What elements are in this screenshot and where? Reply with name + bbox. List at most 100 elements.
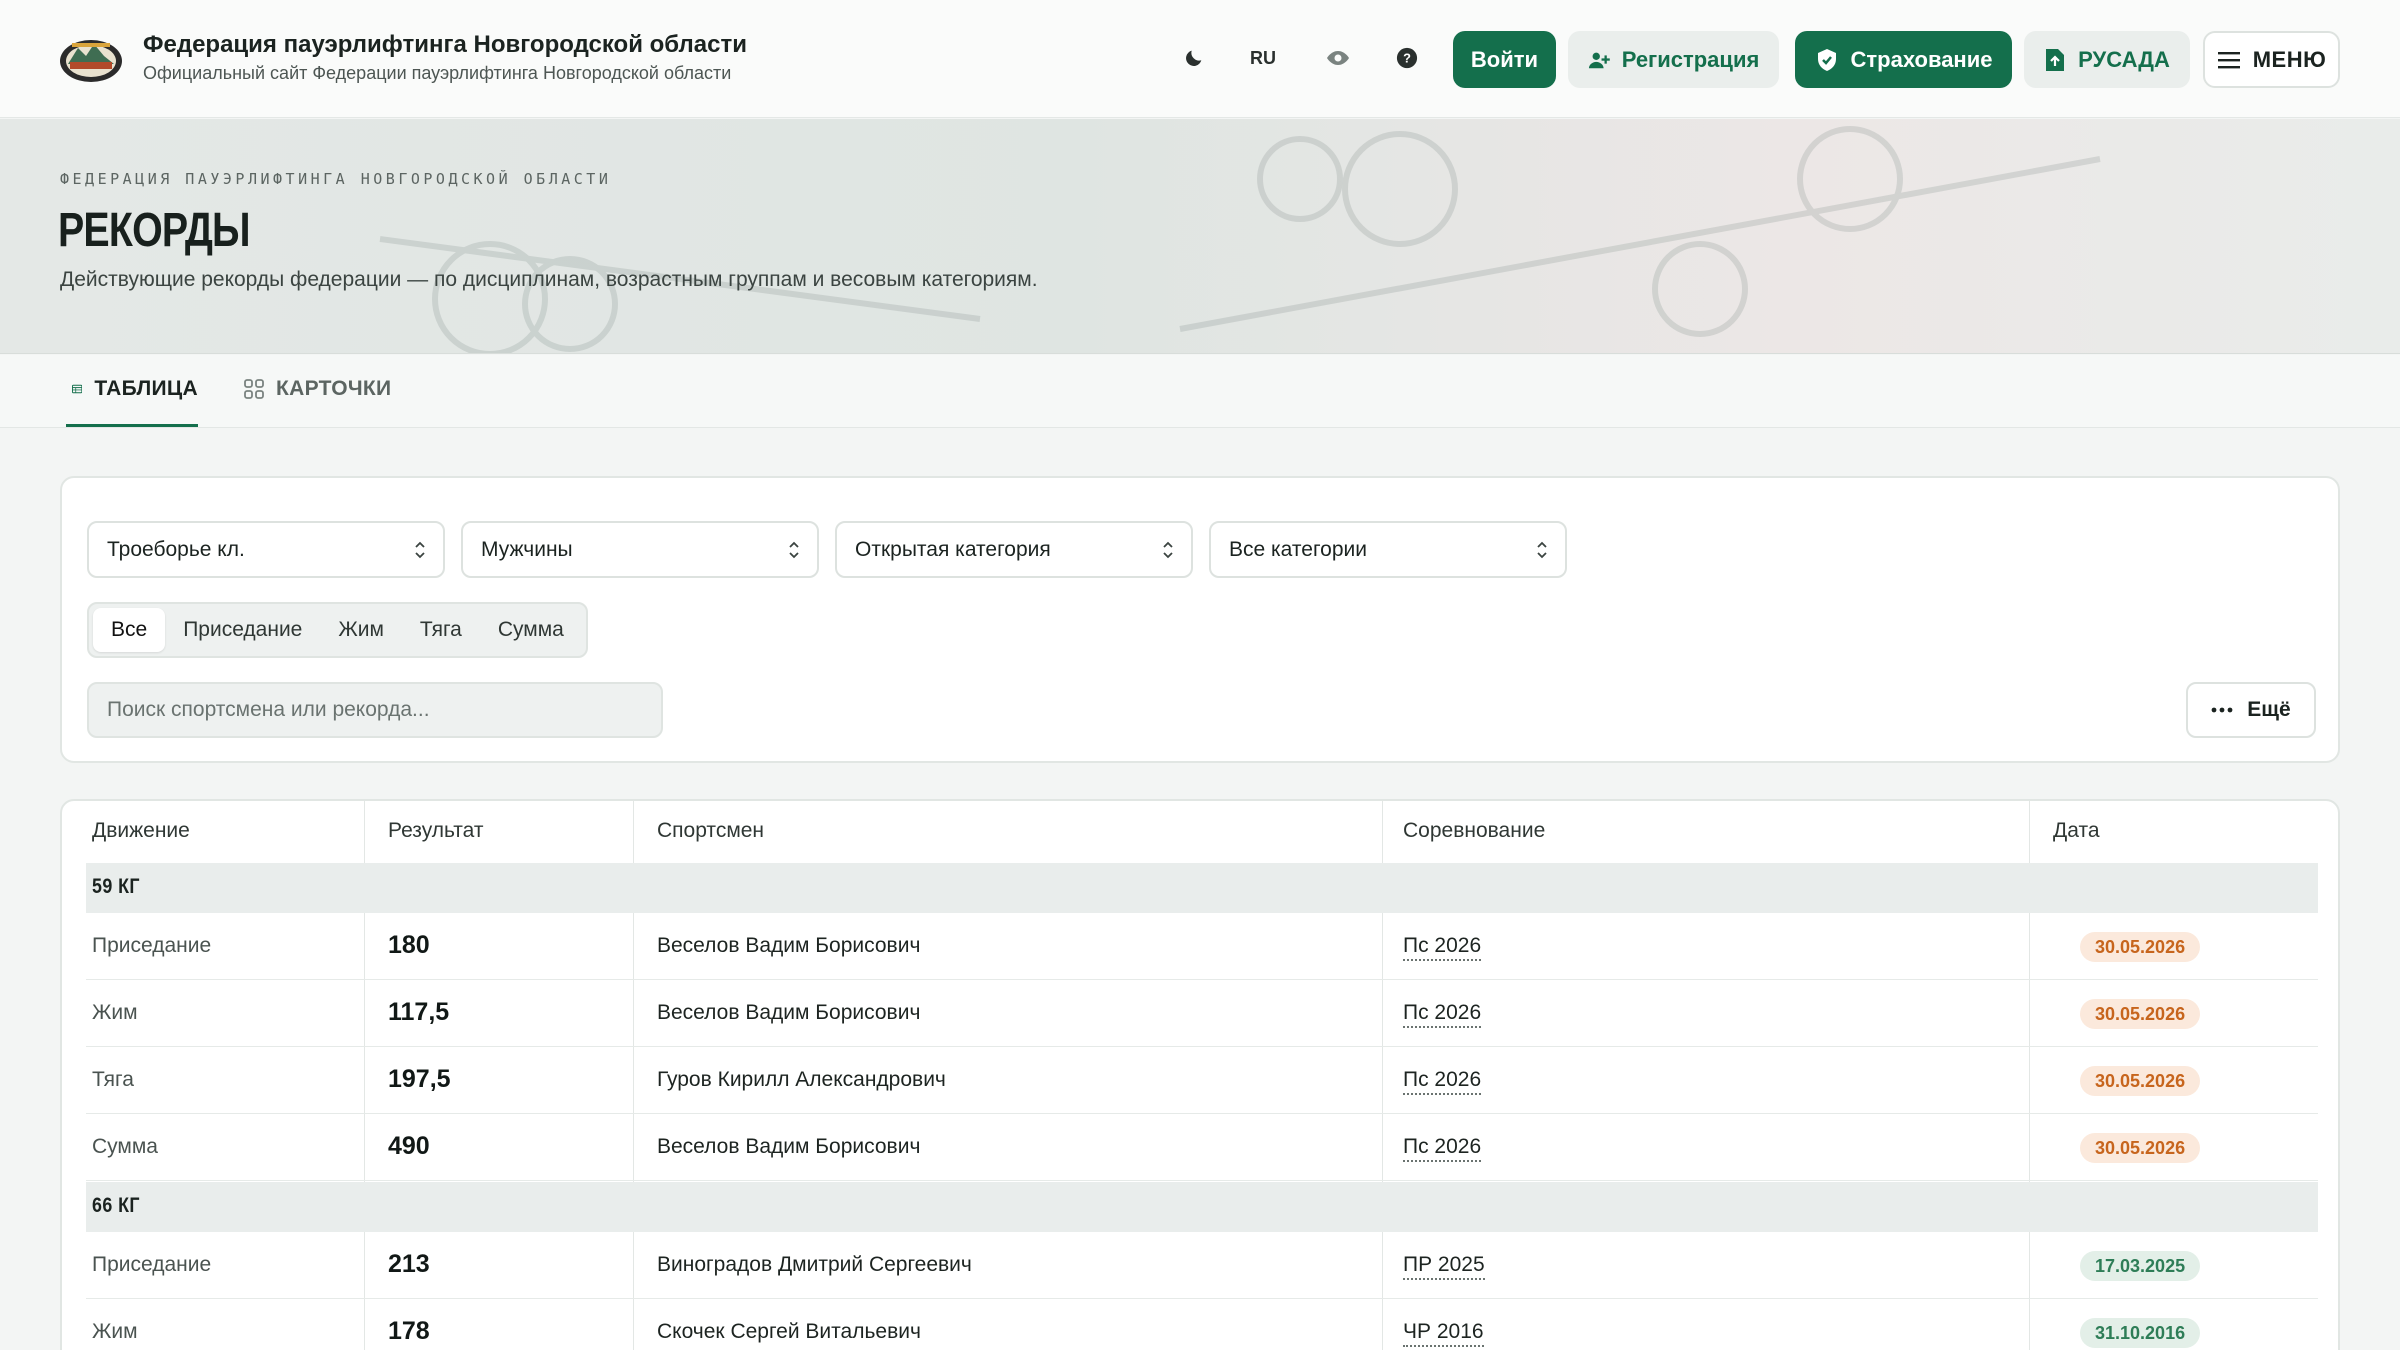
- date-badge: 31.10.2016: [2080, 1318, 2201, 1348]
- result-cell: 117,5: [388, 998, 450, 1026]
- table-row[interactable]: Тяга 197,5 Гуров Кирилл Александрович Пс…: [86, 1047, 2318, 1114]
- page-description: Действующие рекорды федерации — по дисци…: [60, 268, 1038, 291]
- table-row[interactable]: Жим 117,5 Веселов Вадим Борисович Пс 202…: [86, 980, 2318, 1047]
- site-title[interactable]: Федерация пауэрлифтинга Новгородской обл…: [143, 31, 747, 59]
- athlete-cell: Скочек Сергей Витальевич: [657, 1320, 921, 1343]
- competition-link[interactable]: Пс 2026: [1403, 934, 1482, 961]
- date-badge: 30.05.2026: [2080, 1133, 2201, 1163]
- result-cell: 180: [388, 931, 430, 959]
- more-label: Ещё: [2247, 698, 2291, 721]
- header-result[interactable]: Результат: [388, 819, 484, 843]
- language-switch[interactable]: RU: [1250, 48, 1276, 69]
- date-badge: 30.05.2026: [2080, 1066, 2201, 1096]
- athlete-cell: Гуров Кирилл Александрович: [657, 1068, 946, 1091]
- weight-group-header: 59 КГ: [86, 863, 2318, 913]
- insurance-button[interactable]: Страхование: [1795, 31, 2012, 88]
- table-row[interactable]: Приседание 180 Веселов Вадим Борисович П…: [86, 913, 2318, 980]
- weight-group-label: 66 КГ: [92, 1194, 140, 1217]
- movement-cell: Тяга: [92, 1068, 134, 1091]
- competition-link[interactable]: Пс 2026: [1403, 1001, 1482, 1028]
- athlete-cell: Веселов Вадим Борисович: [657, 1135, 921, 1158]
- more-button[interactable]: Ещё: [2186, 682, 2316, 738]
- table-header: Движение Результат Спортсмен Соревновани…: [62, 801, 2338, 863]
- breadcrumb: ФЕДЕРАЦИЯ ПАУЭРЛИФТИНГА НОВГОРОДСКОЙ ОБЛ…: [60, 170, 612, 188]
- movement-segmented-control: Все Приседание Жим Тяга Сумма: [87, 602, 588, 658]
- login-label: Войти: [1470, 46, 1539, 72]
- federation-logo[interactable]: [58, 34, 124, 84]
- age-value: Открытая категория: [855, 537, 1051, 561]
- header-competition[interactable]: Соревнование: [1403, 819, 1545, 843]
- segment-squat[interactable]: Приседание: [165, 608, 320, 652]
- search-input[interactable]: [87, 682, 663, 738]
- age-select[interactable]: Открытая категория: [835, 521, 1193, 578]
- tab-table[interactable]: ТАБЛИЦА: [66, 377, 198, 427]
- chevron-updown-icon: [1163, 541, 1173, 559]
- header-movement[interactable]: Движение: [92, 819, 190, 843]
- discipline-select[interactable]: Троеборье кл.: [87, 521, 445, 578]
- athlete-cell: Виноградов Дмитрий Сергеевич: [657, 1253, 972, 1276]
- filter-panel: Троеборье кл. Мужчины Открытая категория…: [60, 476, 2340, 763]
- competition-link[interactable]: Пс 2026: [1403, 1135, 1482, 1162]
- date-badge: 30.05.2026: [2080, 932, 2201, 962]
- table-row[interactable]: Жим 178 Скочек Сергей Витальевич ЧР 2016…: [86, 1299, 2318, 1350]
- weight-select[interactable]: Все категории: [1209, 521, 1567, 578]
- table-row[interactable]: Приседание 213 Виноградов Дмитрий Сергее…: [86, 1232, 2318, 1299]
- segment-all[interactable]: Все: [93, 608, 166, 652]
- accessibility-toggle[interactable]: [1320, 40, 1356, 76]
- register-button[interactable]: Регистрация: [1568, 31, 1779, 88]
- weight-group-label: 59 КГ: [92, 875, 140, 898]
- weight-group-header: 66 КГ: [86, 1182, 2318, 1232]
- result-cell: 213: [388, 1250, 430, 1278]
- menu-label: МЕНЮ: [2252, 46, 2327, 72]
- hero-background-illustration: [379, 126, 2101, 353]
- rusada-button[interactable]: РУСАДА: [2024, 31, 2190, 88]
- competition-link[interactable]: Пс 2026: [1403, 1068, 1482, 1095]
- table-row[interactable]: Сумма 490 Веселов Вадим Борисович Пс 202…: [86, 1114, 2318, 1181]
- athlete-cell: Веселов Вадим Борисович: [657, 1001, 921, 1024]
- svg-text:?: ?: [1403, 51, 1411, 66]
- page-title: РЕКОРДЫ: [58, 204, 251, 257]
- date-badge: 30.05.2026: [2080, 999, 2201, 1029]
- moon-icon: [1186, 50, 1202, 66]
- competition-link[interactable]: ЧР 2016: [1403, 1320, 1484, 1347]
- help-icon: ?: [1396, 47, 1418, 69]
- movement-cell: Жим: [92, 1320, 138, 1343]
- gender-value: Мужчины: [481, 537, 573, 561]
- shield-icon: [1817, 48, 1836, 71]
- tab-table-label: ТАБЛИЦА: [94, 377, 198, 400]
- result-cell: 197,5: [388, 1065, 451, 1093]
- ellipsis-icon: [2211, 707, 2233, 713]
- help-button[interactable]: ?: [1389, 40, 1425, 76]
- login-button[interactable]: Войти: [1453, 31, 1556, 88]
- discipline-value: Троеборье кл.: [107, 537, 245, 561]
- segment-deadlift[interactable]: Тяга: [402, 608, 480, 652]
- segment-bench[interactable]: Жим: [320, 608, 402, 652]
- theme-toggle[interactable]: [1176, 40, 1212, 76]
- view-tabs: ТАБЛИЦА КАРТОЧКИ: [0, 355, 2400, 428]
- chevron-updown-icon: [415, 541, 425, 559]
- tab-cards[interactable]: КАРТОЧКИ: [244, 377, 391, 427]
- weight-value: Все категории: [1229, 537, 1367, 561]
- result-cell: 178: [388, 1317, 430, 1345]
- tab-cards-label: КАРТОЧКИ: [276, 377, 392, 400]
- date-badge: 17.03.2025: [2080, 1251, 2201, 1281]
- movement-cell: Приседание: [92, 1253, 212, 1276]
- page-hero: ФЕДЕРАЦИЯ ПАУЭРЛИФТИНГА НОВГОРОДСКОЙ ОБЛ…: [0, 119, 2400, 354]
- insurance-label: Страхование: [1850, 46, 1993, 72]
- grid-icon: [244, 379, 264, 399]
- competition-link[interactable]: ПР 2025: [1403, 1253, 1485, 1280]
- movement-cell: Приседание: [92, 934, 212, 957]
- chevron-updown-icon: [1537, 541, 1547, 559]
- register-label: Регистрация: [1621, 46, 1760, 72]
- chevron-updown-icon: [789, 541, 799, 559]
- segment-total[interactable]: Сумма: [480, 608, 582, 652]
- menu-button[interactable]: МЕНЮ: [2203, 31, 2340, 88]
- site-subtitle: Официальный сайт Федерации пауэрлифтинга…: [143, 63, 732, 83]
- eye-icon: [1327, 51, 1349, 65]
- header-date[interactable]: Дата: [2053, 819, 2100, 843]
- user-plus-icon: [1588, 52, 1610, 68]
- rusada-label: РУСАДА: [2078, 46, 2170, 72]
- header-athlete[interactable]: Спортсмен: [657, 819, 764, 843]
- movement-cell: Жим: [92, 1001, 138, 1024]
- gender-select[interactable]: Мужчины: [461, 521, 819, 578]
